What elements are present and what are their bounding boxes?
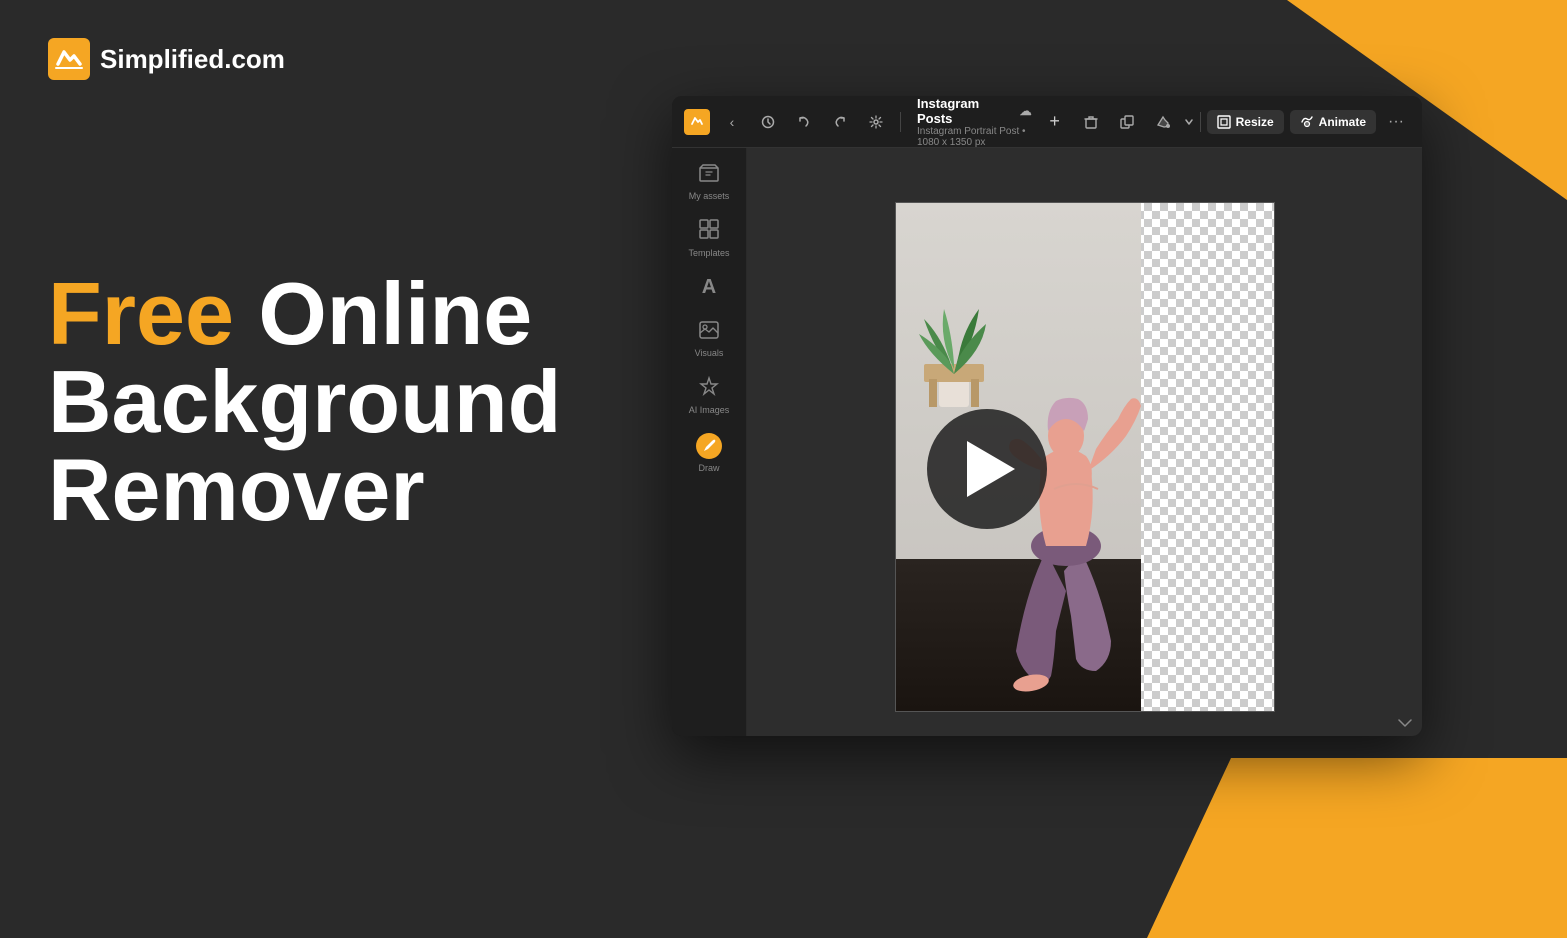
sidebar-item-ai-images[interactable]: AI Images <box>677 368 742 423</box>
app-header: ‹ Ins <box>672 96 1422 148</box>
app-logo-icon <box>684 109 710 135</box>
draw-label: Draw <box>698 463 719 473</box>
sidebar-item-visuals[interactable]: Visuals <box>677 313 742 366</box>
bottom-right-decoration <box>1147 758 1567 938</box>
my-assets-icon <box>699 164 719 187</box>
my-assets-label: My assets <box>689 191 730 201</box>
headline-line2: Background <box>48 358 561 446</box>
animate-button[interactable]: Animate <box>1290 110 1376 134</box>
headline-online-word: Online <box>258 264 532 363</box>
project-info: Instagram Posts ☁ Instagram Portrait Pos… <box>917 96 1032 148</box>
headline-free-word: Free <box>48 264 234 363</box>
headline-line3: Remover <box>48 446 561 534</box>
scroll-down-indicator <box>1398 714 1412 730</box>
app-body: My assets Templates A <box>672 148 1422 736</box>
fill-button[interactable] <box>1148 107 1178 137</box>
settings-button[interactable] <box>862 108 890 136</box>
cloud-icon: ☁ <box>1020 104 1032 118</box>
logo-area[interactable]: Simplified.com <box>48 38 285 80</box>
toolbar-divider <box>900 112 901 132</box>
sidebar-item-my-assets[interactable]: My assets <box>677 156 742 209</box>
sidebar-item-templates[interactable]: Templates <box>677 211 742 266</box>
sidebar-item-draw[interactable]: Draw <box>677 425 742 481</box>
draw-icon-bg <box>696 433 722 459</box>
project-title: Instagram Posts ☁ <box>917 96 1032 126</box>
headline-line1: Free Online <box>48 270 561 358</box>
templates-label: Templates <box>688 248 729 258</box>
copy-element-button[interactable] <box>1112 107 1142 137</box>
divider2 <box>1200 112 1201 132</box>
play-button[interactable] <box>927 409 1047 529</box>
left-sidebar: My assets Templates A <box>672 148 747 736</box>
visuals-icon <box>699 321 719 344</box>
app-window: ‹ Ins <box>672 96 1422 736</box>
right-actions: + <box>1040 107 1410 137</box>
add-element-button[interactable]: + <box>1040 107 1070 137</box>
project-subtitle: Instagram Portrait Post • 1080 x 1350 px <box>917 126 1032 148</box>
logo-text: Simplified.com <box>100 44 285 75</box>
redo-button[interactable] <box>826 108 854 136</box>
ai-images-icon <box>699 376 719 401</box>
play-triangle-icon <box>967 441 1015 497</box>
templates-icon <box>699 219 719 244</box>
ai-images-label: AI Images <box>689 405 730 415</box>
sidebar-item-text[interactable]: A <box>677 268 742 311</box>
history-button[interactable] <box>754 108 782 136</box>
dropdown-arrow[interactable] <box>1184 115 1194 129</box>
back-button[interactable]: ‹ <box>718 108 746 136</box>
headline-section: Free Online Background Remover <box>48 270 561 534</box>
resize-button[interactable]: Resize <box>1207 110 1284 134</box>
canvas-area <box>747 148 1422 736</box>
more-options-button[interactable]: ··· <box>1382 108 1410 136</box>
text-icon: A <box>702 276 716 299</box>
visuals-label: Visuals <box>695 348 724 358</box>
delete-element-button[interactable] <box>1076 107 1106 137</box>
undo-button[interactable] <box>790 108 818 136</box>
logo-icon <box>48 38 90 80</box>
